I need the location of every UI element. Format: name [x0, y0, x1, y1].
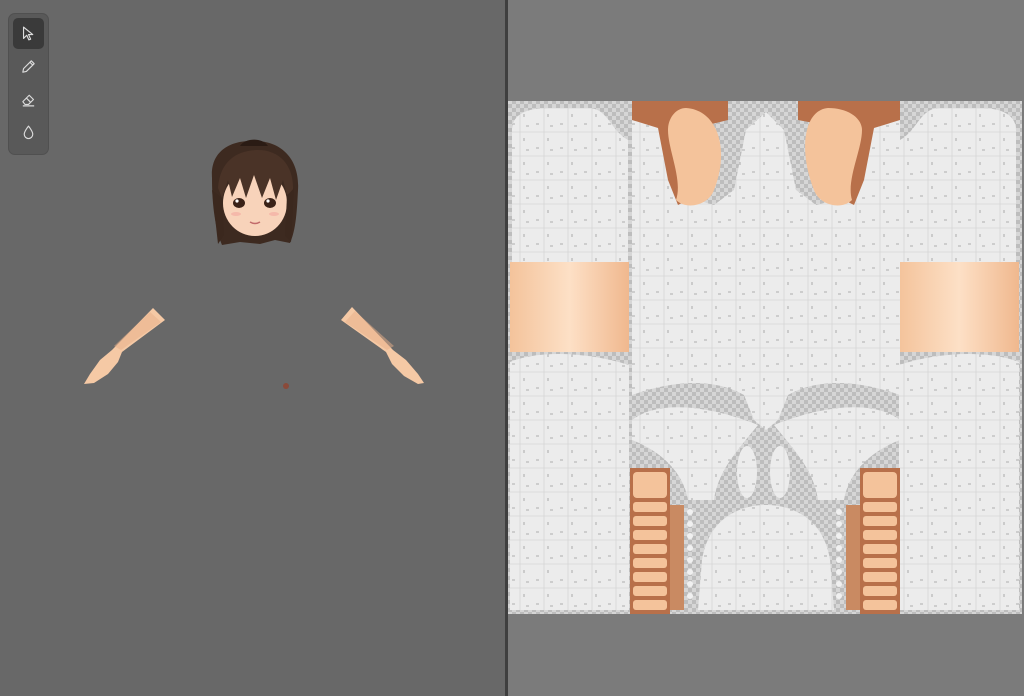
- origin-marker: [283, 383, 289, 389]
- uv-island-left-sleeve-bottom: [510, 354, 629, 610]
- uv-texture-map[interactable]: [508, 0, 1024, 696]
- pencil-tool-button[interactable]: [13, 51, 44, 82]
- eraser-tool-button[interactable]: [13, 84, 44, 115]
- eraser-icon: [22, 94, 35, 107]
- character-eye-right: [264, 198, 276, 208]
- uv-texture-panel[interactable]: [508, 0, 1024, 696]
- fill-tool-button[interactable]: [13, 117, 44, 148]
- uv-island-left-skin-band: [510, 262, 629, 352]
- uv-island-right-sleeve-top: [900, 108, 1016, 262]
- uv-island-right-skin-band: [899, 262, 1019, 352]
- drop-icon: [23, 125, 34, 140]
- tool-palette: [9, 14, 48, 154]
- select-tool-button[interactable]: [13, 18, 44, 49]
- cursor-arrow-icon: [22, 26, 34, 41]
- uv-island-right-sleeve-bottom: [899, 354, 1019, 610]
- character-eye-left: [233, 198, 245, 208]
- uv-island-small-left: [737, 446, 757, 498]
- character-model[interactable]: [0, 0, 505, 696]
- uv-island-left-sleeve-top: [512, 108, 628, 262]
- 3d-viewport[interactable]: [0, 0, 505, 696]
- character-hair-bun: [240, 139, 268, 146]
- pencil-icon: [22, 60, 35, 73]
- uv-island-small-right: [770, 446, 790, 498]
